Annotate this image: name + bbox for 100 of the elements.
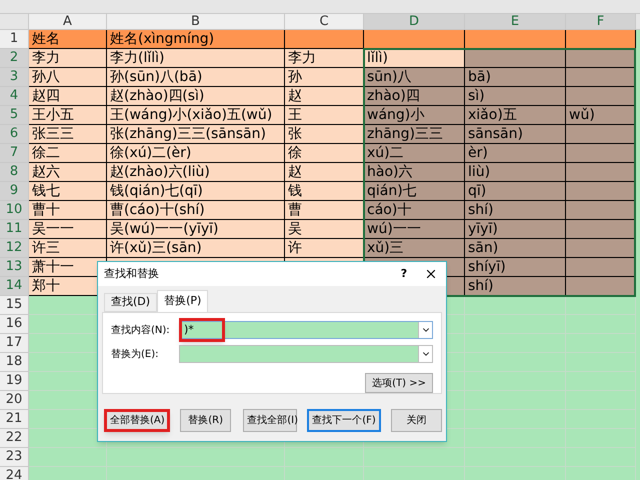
column-header[interactable]: D <box>364 14 465 30</box>
table-cell: sì) <box>465 87 566 106</box>
table-cell: 赵 <box>285 87 364 106</box>
dialog-button[interactable]: 关闭 <box>390 409 442 432</box>
row-header[interactable]: 5 <box>0 106 29 125</box>
row-header[interactable]: 18 <box>0 353 29 372</box>
table-cell: 徐(xú)二(èr) <box>107 144 285 163</box>
row-header[interactable]: 3 <box>0 68 29 87</box>
combo-field[interactable]: )* <box>179 321 433 339</box>
row-header[interactable]: 20 <box>0 391 29 410</box>
field-label: 查找内容(N): <box>111 324 171 338</box>
row-header[interactable]: 13 <box>0 258 29 277</box>
table-cell: liù) <box>465 163 566 182</box>
row-header[interactable]: 7 <box>0 144 29 163</box>
dialog-button[interactable]: 全部替换(A) <box>104 409 170 432</box>
table-cell: qī) <box>465 182 566 201</box>
table-cell: qián)七 <box>364 182 465 201</box>
table-cell: 徐二 <box>29 144 107 163</box>
table-cell: 许(xǔ)三(sān) <box>107 239 285 258</box>
table-cell: 张(zhāng)三三(sānsān) <box>107 125 285 144</box>
row-header[interactable]: 15 <box>0 296 29 315</box>
table-cell: 张 <box>285 125 364 144</box>
table-cell: 钱 <box>285 182 364 201</box>
column-header[interactable]: A <box>29 14 107 30</box>
dialog-tab[interactable]: 查找(D) <box>104 293 158 312</box>
table-cell: 王 <box>285 106 364 125</box>
table-cell: shíyī) <box>465 258 566 277</box>
table-cell: 钱(qián)七(qī) <box>107 182 285 201</box>
table-cell: 孙(sūn)八(bā) <box>107 68 285 87</box>
row-header[interactable]: 22 <box>0 429 29 448</box>
row-header[interactable]: 4 <box>0 87 29 106</box>
row-header[interactable]: 10 <box>0 201 29 220</box>
table-cell: 赵 <box>285 163 364 182</box>
table-cell: sān) <box>465 239 566 258</box>
table-cell: 钱七 <box>29 182 107 201</box>
table-cell: 张三三 <box>29 125 107 144</box>
table-cell: 赵六 <box>29 163 107 182</box>
table-cell: bā) <box>465 68 566 87</box>
row-header[interactable]: 23 <box>0 448 29 467</box>
table-cell: 李力(lǐlì) <box>107 49 285 68</box>
table-cell: hào)六 <box>364 163 465 182</box>
row-header[interactable]: 12 <box>0 239 29 258</box>
table-cell: 赵(zhào)四(sì) <box>107 87 285 106</box>
table-cell: xiǎo)五 <box>465 106 566 125</box>
table-cell: 姓名(xìngmíng) <box>107 30 285 49</box>
column-header[interactable]: F <box>566 14 636 30</box>
table-cell: wáng)小 <box>364 106 465 125</box>
row-header[interactable]: 19 <box>0 372 29 391</box>
dialog-button[interactable]: 查找下一个(F) <box>307 409 381 432</box>
table-cell: 王(wáng)小(xiǎo)五(wǔ) <box>107 106 285 125</box>
table-cell: 孙八 <box>29 68 107 87</box>
table-cell: sūn)八 <box>364 68 465 87</box>
row-header[interactable]: 11 <box>0 220 29 239</box>
table-cell: xú)二 <box>364 144 465 163</box>
dropdown-button[interactable] <box>418 322 432 338</box>
table-cell: lǐlì) <box>364 49 465 68</box>
row-header[interactable]: 8 <box>0 163 29 182</box>
row-header[interactable]: 17 <box>0 334 29 353</box>
table-cell: 孙 <box>285 68 364 87</box>
column-header[interactable]: B <box>107 14 285 30</box>
table-cell: 曹 <box>285 201 364 220</box>
row-header[interactable]: 6 <box>0 125 29 144</box>
table-cell: 吴 <box>285 220 364 239</box>
options-button[interactable]: 选项(T) >> <box>365 373 433 393</box>
table-cell: sānsān) <box>465 125 566 144</box>
table-cell: 吴(wú)一一(yīyī) <box>107 220 285 239</box>
row-header[interactable]: 14 <box>0 277 29 296</box>
dialog-tab[interactable]: 替换(P) <box>157 290 208 312</box>
table-cell: 曹(cáo)十(shí) <box>107 201 285 220</box>
row-header[interactable]: 16 <box>0 315 29 334</box>
table-cell: èr) <box>465 144 566 163</box>
input-field[interactable]: )* <box>180 322 418 338</box>
row-header[interactable]: 24 <box>0 467 29 480</box>
combo-field[interactable] <box>179 345 433 363</box>
row-header[interactable]: 2 <box>0 49 29 68</box>
dropdown-button[interactable] <box>418 346 432 362</box>
row-header[interactable]: 1 <box>0 30 29 49</box>
table-cell: 李力 <box>285 49 364 68</box>
dialog-button[interactable]: 查找全部(I) <box>243 409 298 432</box>
field-label: 替换为(E): <box>111 348 160 362</box>
table-cell: zhào)四 <box>364 87 465 106</box>
table-cell: shí) <box>465 201 566 220</box>
table-cell: 王小五 <box>29 106 107 125</box>
table-cell: 徐 <box>285 144 364 163</box>
row-header[interactable]: 9 <box>0 182 29 201</box>
column-header[interactable]: C <box>285 14 364 30</box>
row-header[interactable]: 21 <box>0 410 29 429</box>
table-cell: yīyī) <box>465 220 566 239</box>
table-cell: 赵(zhào)六(liù) <box>107 163 285 182</box>
close-icon <box>424 267 438 281</box>
column-header[interactable]: E <box>465 14 566 30</box>
table-cell: shí) <box>465 277 566 296</box>
dialog-button[interactable]: 替换(R) <box>180 409 232 432</box>
dialog-title: 查找和替换 <box>104 266 160 282</box>
highlight-frame <box>179 318 225 342</box>
table-cell: zhāng)三三 <box>364 125 465 144</box>
table-cell: xǔ)三 <box>364 239 465 258</box>
table-cell: wú)一一 <box>364 220 465 239</box>
table-cell: 许 <box>285 239 364 258</box>
help-button[interactable]: ? <box>392 266 416 282</box>
